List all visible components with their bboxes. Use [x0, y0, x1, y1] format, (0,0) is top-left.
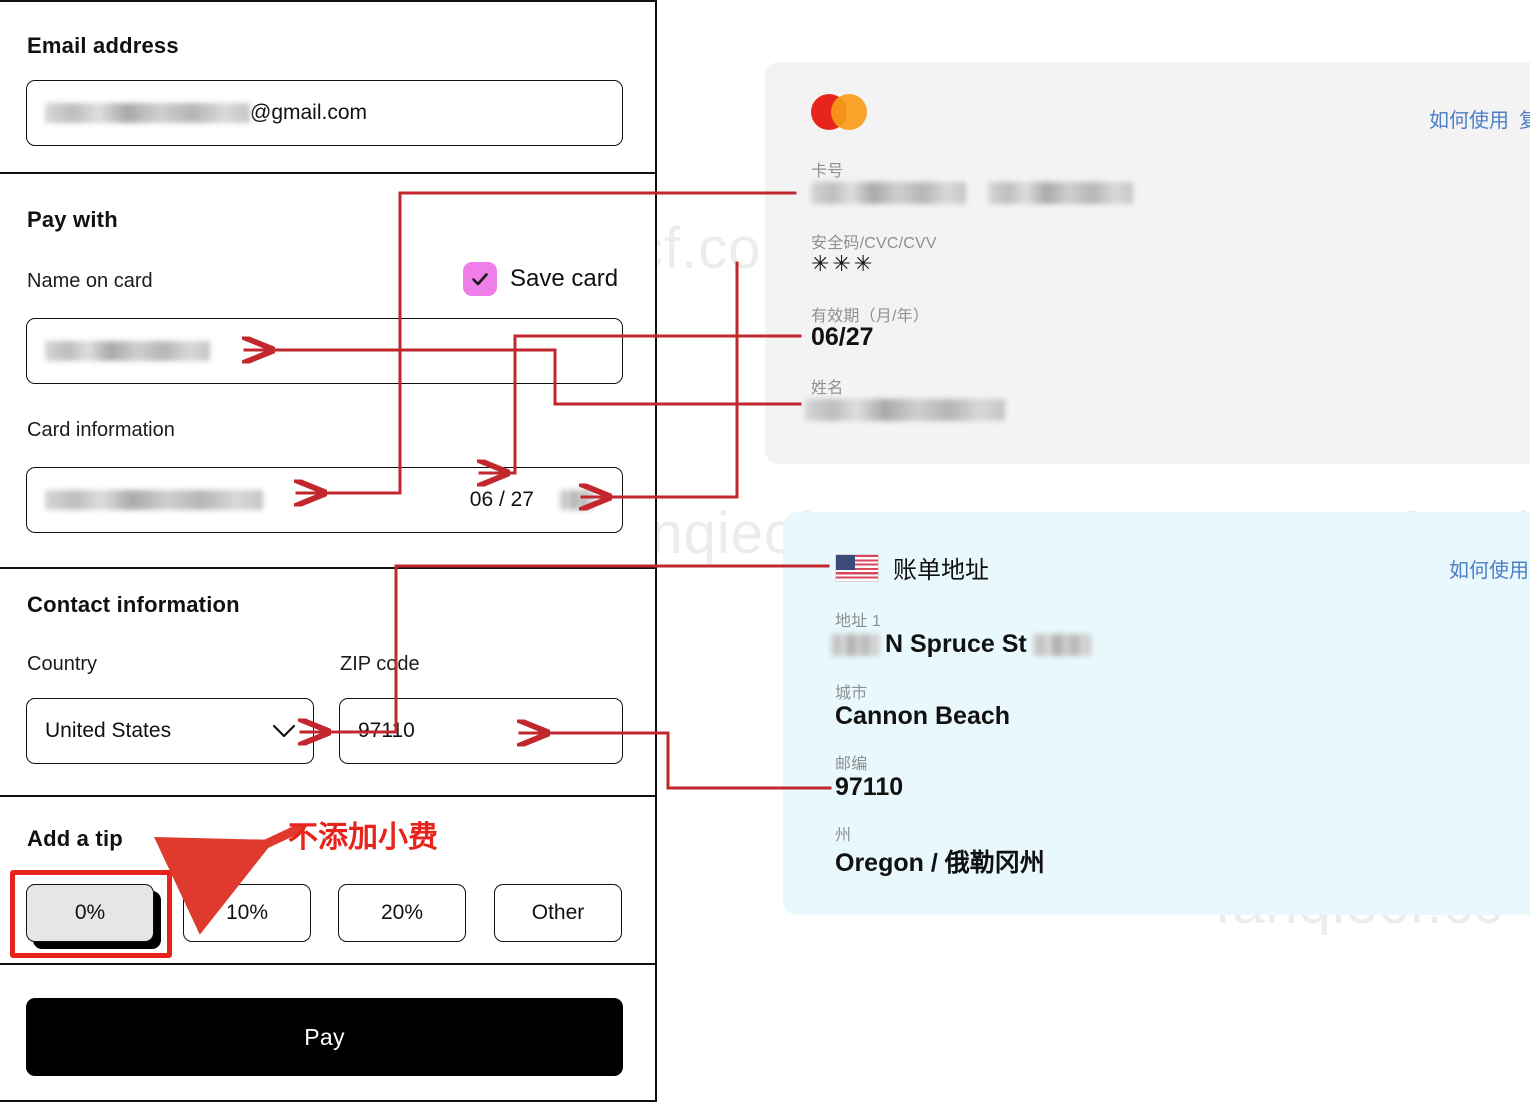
zip-value: 97110 — [358, 719, 415, 742]
card-brand-header — [811, 94, 867, 130]
tip-option-label: Other — [531, 901, 585, 924]
name-on-card-masked-value — [45, 341, 210, 361]
name-on-card-input[interactable] — [26, 318, 623, 384]
country-label: Country — [27, 653, 98, 675]
section-divider — [0, 795, 657, 797]
cardholder-name-label: 姓名 — [811, 380, 844, 397]
tip-option-2[interactable]: 20% — [338, 884, 466, 942]
section-divider — [0, 963, 657, 965]
cvc-label: 安全码/CVC/CVV — [811, 235, 937, 252]
checkmark-icon[interactable] — [463, 262, 497, 296]
email-domain: @gmail.com — [250, 101, 368, 124]
tip-option-label: 10% — [225, 901, 269, 924]
zip-input[interactable]: 97110 — [339, 698, 623, 764]
tip-option-1[interactable]: 10% — [183, 884, 311, 942]
card-details-panel: 如何使用 复制全部 卡号 复制 安全码/CVC/CVV ✳✳✳ 复制 有效期（月… — [765, 62, 1530, 464]
email-masked-value — [45, 103, 250, 123]
card-information-input[interactable]: 06 / 27 — [26, 467, 623, 533]
section-divider — [0, 172, 657, 174]
postcode-label: 邮编 — [835, 756, 868, 773]
pay-button[interactable]: Pay — [26, 998, 623, 1076]
billing-address-header: 账单地址 — [835, 550, 989, 585]
country-select[interactable]: United States — [26, 698, 314, 764]
billing-address-title: 账单地址 — [893, 557, 989, 584]
zip-label: ZIP code — [340, 653, 420, 675]
contact-information-title: Contact information — [27, 592, 240, 617]
state-label: 州 — [835, 827, 852, 844]
no-tip-note: 不添加小费 — [288, 820, 438, 855]
save-card-label: Save card — [510, 265, 619, 292]
card-panel-actions[interactable]: 如何使用 复制全部 — [1429, 104, 1530, 133]
tip-option-label: 20% — [380, 901, 424, 924]
email-section-title: Email address — [27, 33, 179, 58]
how-to-use-link[interactable]: 如何使用 — [1449, 554, 1529, 583]
expiry-value: 06/27 — [811, 323, 874, 351]
country-value: United States — [45, 719, 172, 742]
cvc-value: ✳✳✳ — [811, 251, 876, 276]
address-line1-value: N Spruce St — [831, 630, 1091, 659]
copy-all-link[interactable]: 复制全部 — [1519, 104, 1530, 133]
how-to-use-link[interactable]: 如何使用 — [1429, 104, 1509, 133]
billing-address-panel: 账单地址 如何使用 复制全部 地址 1 N Spruce St 复制 城市 Ca… — [783, 512, 1530, 915]
city-value: Cannon Beach — [835, 702, 1011, 730]
tip-option-3[interactable]: Other — [494, 884, 622, 942]
section-divider — [0, 567, 657, 569]
mastercard-icon — [811, 94, 867, 130]
tip-selection-highlight — [10, 870, 172, 958]
section-divider — [0, 0, 657, 2]
cardholder-name-value — [805, 399, 1005, 426]
add-a-tip-title: Add a tip — [27, 826, 123, 851]
address-line1-text: N Spruce St — [885, 630, 1027, 658]
state-value: Oregon / 俄勒冈州 — [835, 849, 1045, 877]
card-number-label: 卡号 — [811, 163, 844, 180]
pay-button-label: Pay — [304, 1023, 345, 1050]
address-panel-actions[interactable]: 如何使用 复制全部 — [1449, 554, 1530, 583]
name-on-card-label: Name on card — [27, 270, 153, 292]
city-label: 城市 — [835, 685, 868, 702]
card-expiry-value: 06 / 27 — [469, 488, 534, 511]
pay-with-title: Pay with — [27, 207, 118, 232]
card-number-value — [811, 182, 1134, 209]
email-input[interactable]: @gmail.com — [26, 80, 623, 146]
card-cvc-masked-value — [560, 490, 594, 510]
us-flag-icon — [835, 553, 879, 582]
address-line1-label: 地址 1 — [835, 613, 882, 630]
card-information-label: Card information — [27, 419, 175, 441]
chevron-down-icon[interactable] — [271, 723, 297, 739]
save-card-checkbox[interactable]: Save card — [463, 262, 618, 296]
card-number-masked-value — [45, 490, 263, 510]
postcode-value: 97110 — [835, 773, 904, 801]
